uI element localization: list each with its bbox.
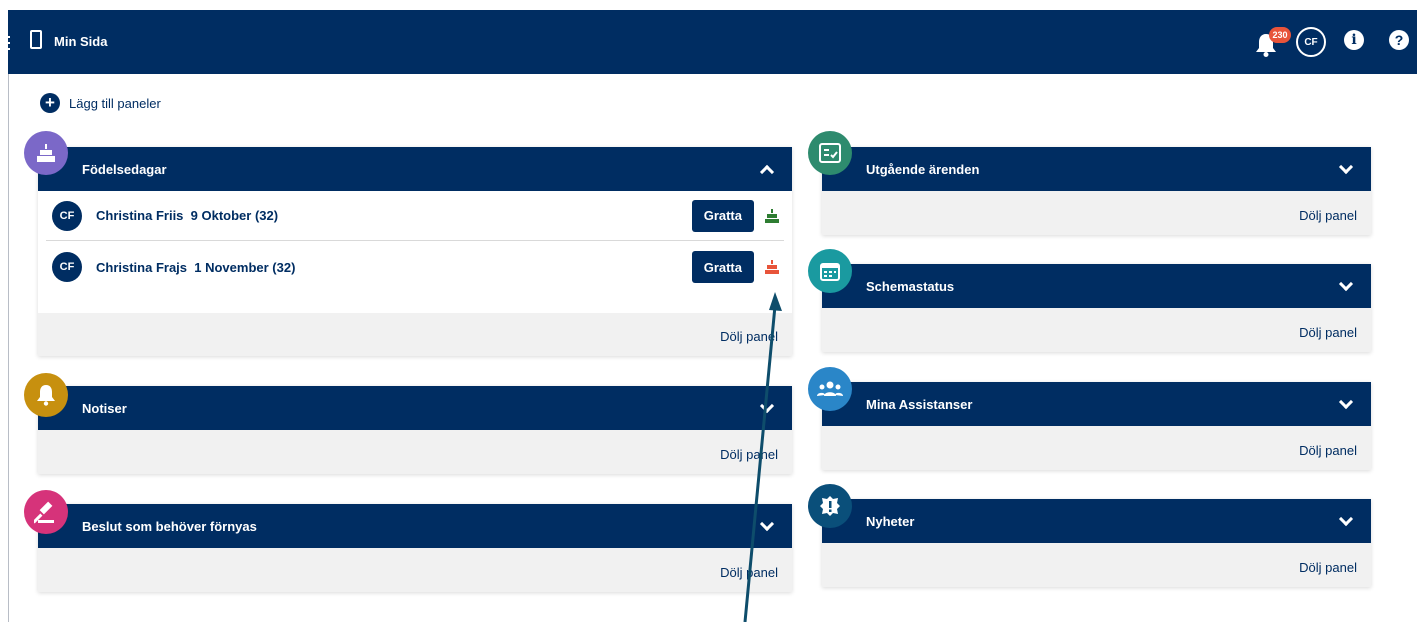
hide-panel-link[interactable]: Dölj panel — [1299, 325, 1357, 340]
chevron-down-icon[interactable] — [1338, 511, 1354, 526]
birthday-text: Christina Frajs 1 November (32) — [96, 260, 692, 275]
cake-icon — [24, 131, 68, 175]
chevron-down-icon[interactable] — [1338, 159, 1354, 174]
birthday-date: 9 Oktober (32) — [190, 208, 279, 223]
panel-title: Schemastatus — [866, 278, 955, 294]
mobile-icon — [30, 30, 42, 49]
panel-decisions: Beslut som behöver förnyas Dölj panel — [38, 504, 792, 592]
panel-title: Mina Assistanser — [866, 396, 973, 412]
panel-header[interactable]: Mina Assistanser — [822, 382, 1371, 426]
panel-header[interactable]: Nyheter — [822, 499, 1371, 543]
menu-icon[interactable] — [4, 36, 10, 50]
cake-icon — [765, 260, 779, 274]
chevron-down-icon[interactable] — [1338, 276, 1354, 291]
help-icon[interactable]: ? — [1389, 30, 1409, 50]
panel-schedule-status: Schemastatus Dölj panel — [822, 264, 1371, 352]
birthday-date: 1 November (32) — [194, 259, 296, 275]
panel-header[interactable]: Beslut som behöver förnyas — [38, 504, 792, 548]
panel-header[interactable]: Födelsedagar — [38, 147, 792, 191]
calendar-icon — [808, 249, 852, 293]
list-item: CF Christina Frajs 1 November (32) Gratt… — [46, 242, 784, 292]
notification-count-badge: 230 — [1269, 27, 1291, 43]
avatar: CF — [52, 200, 82, 231]
hide-panel-link[interactable]: Dölj panel — [720, 447, 778, 462]
panel-birthdays: Födelsedagar CF Christina Friis 9 Oktobe… — [38, 147, 792, 356]
chevron-down-icon[interactable] — [759, 398, 775, 413]
chevron-down-icon[interactable] — [1338, 394, 1354, 409]
hide-panel-link[interactable]: Dölj panel — [1299, 208, 1357, 223]
chevron-up-icon[interactable] — [759, 164, 775, 180]
user-avatar-button[interactable]: CF — [1296, 27, 1326, 57]
panel-title: Födelsedagar — [82, 161, 167, 177]
panel-outgoing-cases: Utgående ärenden Dölj panel — [822, 147, 1371, 235]
panel-news: Nyheter Dölj panel — [822, 499, 1371, 587]
congratulate-button[interactable]: Gratta — [691, 199, 754, 232]
app-title: Min Sida — [54, 34, 108, 49]
bell-icon — [24, 373, 68, 417]
congratulate-button[interactable]: Gratta — [691, 251, 754, 283]
chevron-down-icon[interactable] — [759, 516, 775, 531]
users-icon — [808, 367, 852, 411]
avatar: CF — [52, 252, 82, 282]
cake-icon — [765, 208, 779, 223]
panel-header[interactable]: Utgående ärenden — [822, 147, 1371, 191]
panel-title: Nyheter — [866, 513, 915, 529]
panel-notifications: Notiser Dölj panel — [38, 386, 792, 474]
panel-header[interactable]: Notiser — [38, 386, 792, 430]
checklist-icon — [808, 131, 852, 175]
panel-title: Beslut som behöver förnyas — [82, 518, 257, 534]
panel-header[interactable]: Schemastatus — [822, 264, 1371, 308]
person-name[interactable]: Christina Friis — [96, 208, 183, 223]
plus-circle-icon: + — [40, 93, 60, 113]
birthday-list: CF Christina Friis 9 Oktober (32) Gratta… — [38, 191, 792, 313]
birthday-text: Christina Friis 9 Oktober (32) — [96, 208, 692, 223]
hide-panel-link[interactable]: Dölj panel — [720, 329, 778, 344]
list-item: CF Christina Friis 9 Oktober (32) Gratta — [46, 191, 784, 241]
hide-panel-link[interactable]: Dölj panel — [1299, 443, 1357, 458]
panel-title: Notiser — [82, 400, 127, 416]
hide-panel-link[interactable]: Dölj panel — [720, 565, 778, 580]
hide-panel-link[interactable]: Dölj panel — [1299, 560, 1357, 575]
add-panels-label: Lägg till paneler — [69, 95, 161, 111]
notifications-button[interactable]: 230 — [1251, 27, 1291, 59]
info-icon[interactable]: i — [1344, 30, 1364, 50]
person-name[interactable]: Christina Frajs — [96, 260, 187, 275]
top-bar: Min Sida 230 CF i ? — [4, 10, 1417, 74]
alert-badge-icon — [808, 484, 852, 528]
panel-title: Utgående ärenden — [866, 161, 980, 177]
panel-my-assistances: Mina Assistanser Dölj panel — [822, 382, 1371, 470]
add-panels-button[interactable]: + Lägg till paneler — [40, 93, 161, 113]
gavel-icon — [24, 490, 68, 534]
